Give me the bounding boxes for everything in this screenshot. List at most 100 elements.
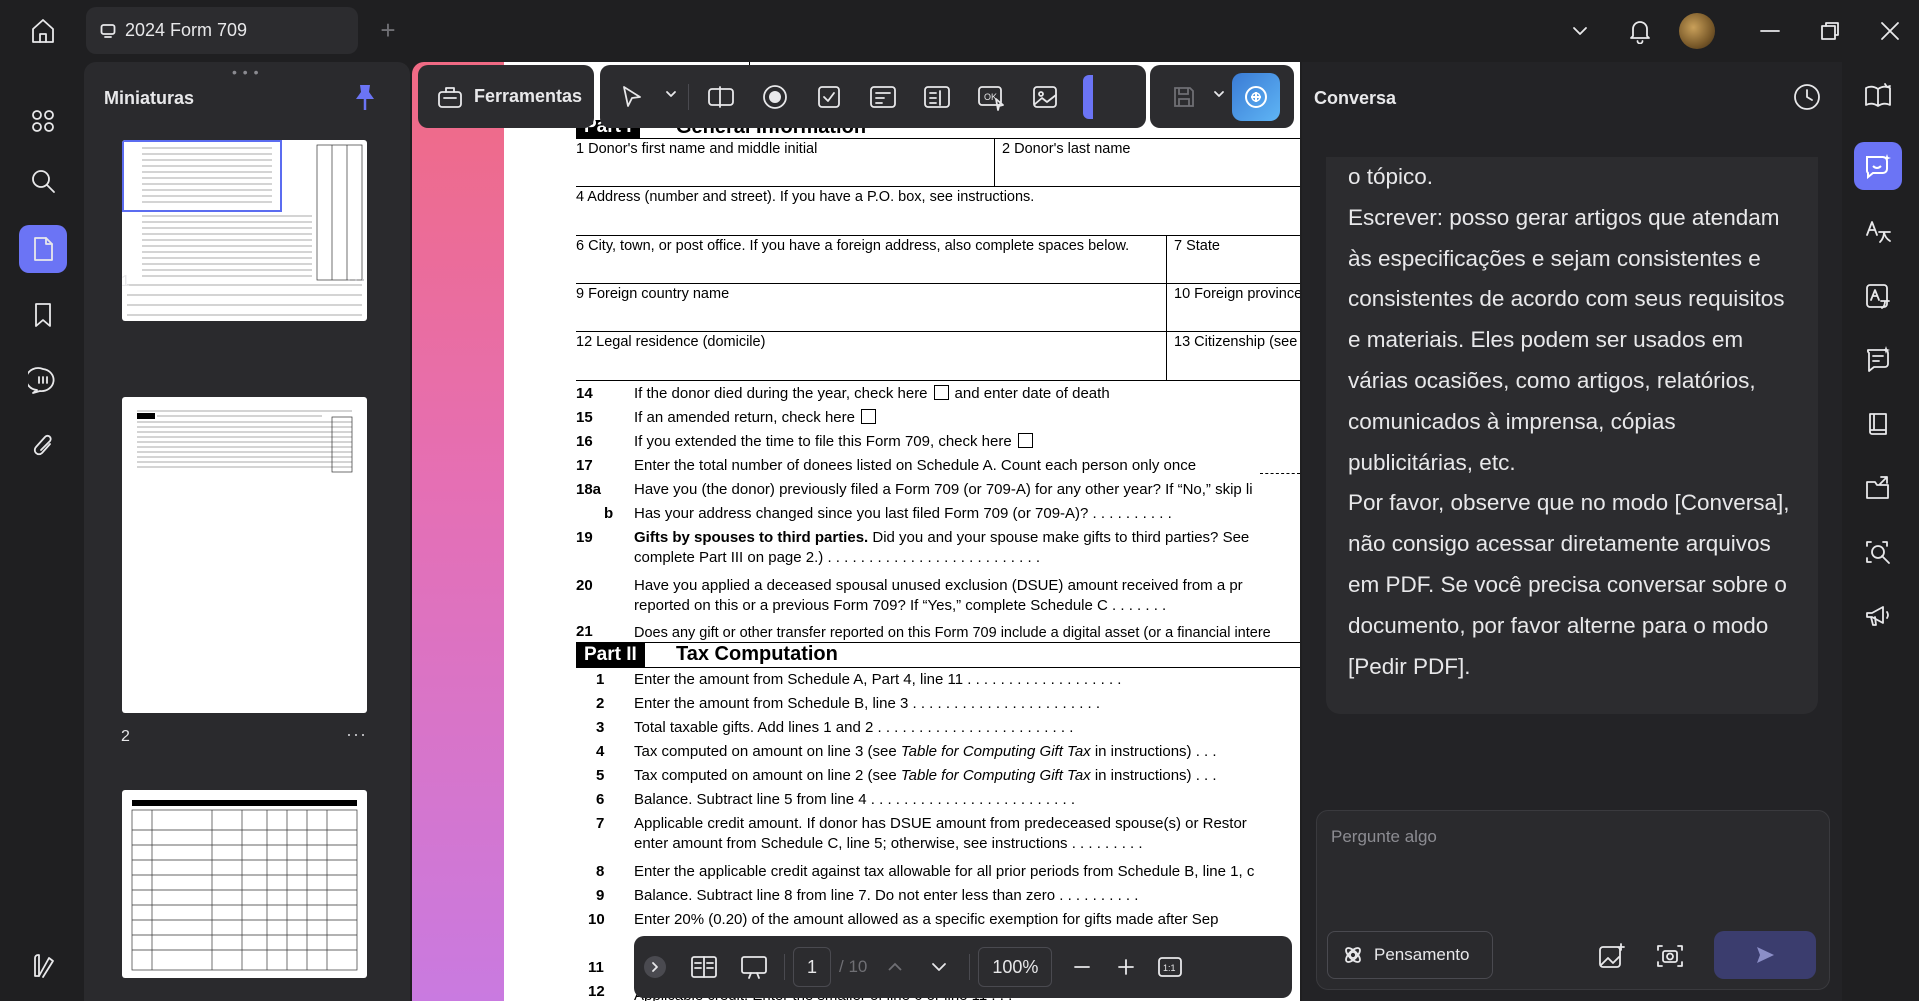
page-total: / 10 xyxy=(839,957,868,976)
next-page-icon[interactable] xyxy=(917,945,961,989)
summarize-icon[interactable] xyxy=(1854,336,1902,384)
attachment-icon[interactable] xyxy=(19,422,67,470)
ai-assistant-icon[interactable] xyxy=(1232,72,1280,121)
previous-page-icon[interactable] xyxy=(873,945,917,989)
ok-button-icon[interactable]: OK xyxy=(969,75,1013,119)
history-icon[interactable] xyxy=(1790,80,1824,119)
message-line: comunicados à imprensa, cópias xyxy=(1348,408,1676,434)
book-icon[interactable] xyxy=(1854,400,1902,448)
grid-view-icon[interactable] xyxy=(19,97,67,145)
chat-input-box[interactable]: Pergunte algo Pensamento xyxy=(1316,810,1830,990)
line-21-text: Does any gift or other transfer reported… xyxy=(634,625,1271,641)
current-page-input[interactable]: 1 xyxy=(793,947,831,987)
image-icon[interactable] xyxy=(1023,75,1067,119)
save-dropdown-icon[interactable] xyxy=(1212,87,1226,106)
line-number: 14 xyxy=(576,385,593,402)
new-tab-button[interactable]: + xyxy=(375,17,401,44)
text-box-icon[interactable] xyxy=(699,75,743,119)
comments-icon[interactable] xyxy=(19,357,67,405)
line-17-text: Enter the total number of donees listed … xyxy=(634,457,1197,474)
ocr-search-icon[interactable] xyxy=(1854,528,1902,576)
select-cursor-icon[interactable] xyxy=(610,75,654,119)
tax-line-number: 5 xyxy=(596,767,605,784)
field-13-label: 13 Citizenship (see xyxy=(1174,334,1298,350)
zoom-level-input[interactable]: 100% xyxy=(978,947,1053,987)
collapse-arrow-icon[interactable] xyxy=(644,956,666,978)
search-icon[interactable] xyxy=(19,157,67,205)
record-icon[interactable] xyxy=(753,75,797,119)
restore-icon[interactable] xyxy=(1808,0,1852,62)
thumbnail-more-button[interactable]: ··· xyxy=(346,724,367,745)
ai-chat-icon[interactable] xyxy=(1854,142,1902,190)
field-9-label: 9 Foreign country name xyxy=(576,286,730,302)
zoom-out-icon[interactable] xyxy=(1060,945,1104,989)
message-line: e materiais. Eles podem ser usados em xyxy=(1348,327,1744,353)
thumbnail-page-1[interactable] xyxy=(122,140,367,321)
select-dropdown-icon[interactable] xyxy=(664,87,678,106)
translate-icon[interactable] xyxy=(1854,208,1902,256)
send-button[interactable] xyxy=(1714,931,1816,979)
document-tab[interactable]: 2024 Form 709 xyxy=(86,7,358,54)
translate-document-icon[interactable] xyxy=(1854,272,1902,320)
list-box-icon[interactable] xyxy=(915,75,959,119)
svg-text:1:1: 1:1 xyxy=(1163,963,1176,973)
export-icon[interactable] xyxy=(1854,464,1902,512)
tools-label[interactable]: Ferramentas xyxy=(474,86,582,107)
tax-line-number: 11 xyxy=(588,959,604,976)
sidebar-toggle-icon[interactable] xyxy=(19,942,67,990)
resize-grip[interactable]: • • • xyxy=(232,64,259,80)
left-navigation xyxy=(0,62,84,1001)
message-line: Escrever: posso gerar artigos que atenda… xyxy=(1348,204,1780,230)
chat-input-placeholder[interactable]: Pergunte algo xyxy=(1331,827,1437,847)
minimize-icon[interactable] xyxy=(1748,0,1792,62)
line-number: 20 xyxy=(576,577,593,594)
thumbnail-page-3[interactable] xyxy=(122,790,367,978)
thumbnail-page-number: 2 xyxy=(121,728,130,745)
form-field-icon[interactable] xyxy=(861,75,905,119)
thumbnail-more-button[interactable]: ··· xyxy=(346,269,367,290)
save-icon[interactable] xyxy=(1162,75,1206,119)
presentation-icon[interactable] xyxy=(732,945,776,989)
actual-size-icon[interactable]: 1:1 xyxy=(1148,945,1192,989)
tax-line-1-text: Enter the amount from Schedule A, Part 4… xyxy=(634,671,1122,688)
screenshot-icon[interactable] xyxy=(1655,941,1685,976)
thinking-toggle-button[interactable]: Pensamento xyxy=(1327,931,1493,979)
tax-line-number: 10 xyxy=(588,911,605,928)
message-line: Por favor, observe que no modo [Conversa… xyxy=(1348,490,1790,516)
tools-toolbar: Ferramentas xyxy=(418,65,594,128)
home-icon[interactable] xyxy=(26,14,60,48)
message-line: documento, por favor alterne para o modo xyxy=(1348,612,1769,638)
part2-title: Tax Computation xyxy=(676,643,838,665)
field-1-label: 1 Donor's first name and middle initial xyxy=(576,141,818,157)
line-19-text-2: complete Part III on page 2.) . . . . . … xyxy=(634,549,1040,566)
bell-icon[interactable] xyxy=(1618,0,1662,62)
tax-line-number: 2 xyxy=(596,695,605,712)
chevron-down-icon[interactable] xyxy=(1558,0,1602,62)
thinking-icon xyxy=(1345,947,1361,963)
bookmark-icon[interactable] xyxy=(19,291,67,339)
chat-title: Conversa xyxy=(1314,88,1397,108)
close-icon[interactable] xyxy=(1868,0,1912,62)
page-navigation-bar: 1 / 10 100% 1:1 xyxy=(634,936,1292,998)
user-avatar[interactable] xyxy=(1679,13,1715,49)
page-thumbnails-icon[interactable] xyxy=(19,225,67,273)
line-16-checkbox[interactable] xyxy=(1017,433,1033,448)
zoom-in-icon[interactable] xyxy=(1104,945,1148,989)
thumbnails-title: Miniaturas xyxy=(104,88,195,108)
image-upload-icon[interactable] xyxy=(1597,941,1627,976)
reading-mode-icon[interactable] xyxy=(1854,72,1902,120)
line-number: 15 xyxy=(576,409,593,426)
editing-toolbar: OK xyxy=(600,65,1146,128)
message-line: consistentes de acordo com seus requisit… xyxy=(1348,286,1785,312)
line-number: 16 xyxy=(576,433,593,450)
announcement-icon[interactable] xyxy=(1854,592,1902,640)
page-layout-icon[interactable] xyxy=(682,945,726,989)
tax-line-2-text: Enter the amount from Schedule B, line 3… xyxy=(634,695,1101,712)
line-14-checkbox[interactable] xyxy=(933,385,949,400)
line-15-checkbox[interactable] xyxy=(860,409,876,424)
checkbox-icon[interactable] xyxy=(807,75,851,119)
tax-line-number: 12 xyxy=(588,983,605,1000)
thumbnail-page-2[interactable] xyxy=(122,397,367,713)
pdf-page[interactable]: Part I General Information 1 Donor's fir… xyxy=(504,62,1300,1001)
pin-icon[interactable] xyxy=(352,82,380,112)
